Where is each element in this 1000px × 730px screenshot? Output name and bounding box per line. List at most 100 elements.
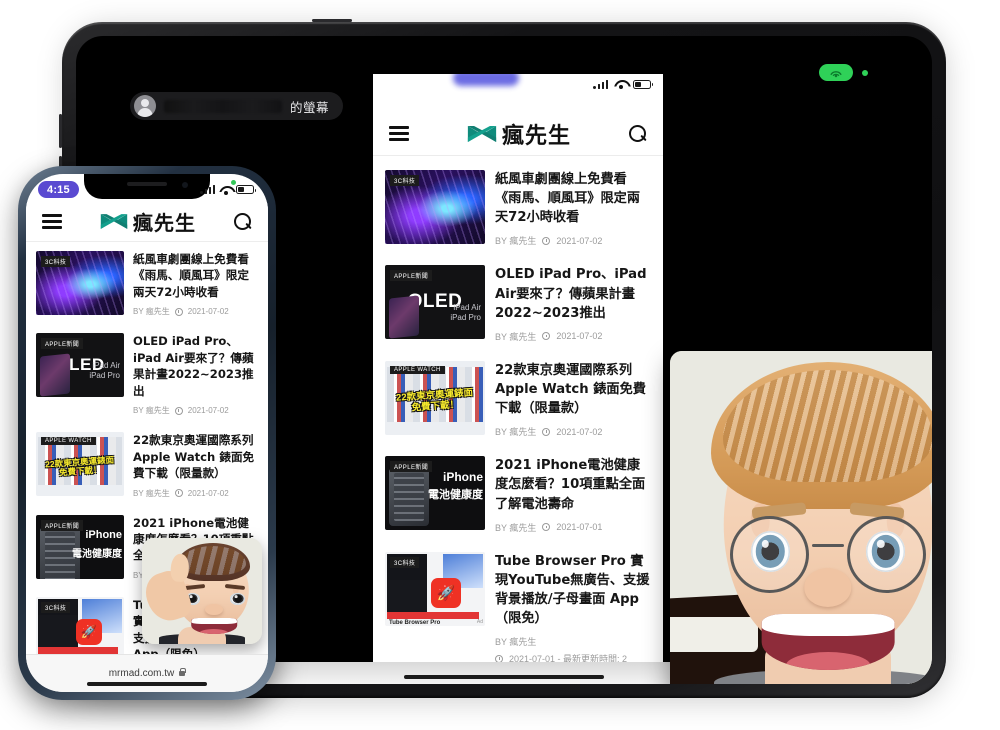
article-author: BY 瘋先生 <box>495 637 537 648</box>
iphone-home-indicator[interactable] <box>87 682 207 686</box>
clock-icon <box>174 406 183 415</box>
article-meta: BY 瘋先生 2021-07-02 <box>495 234 651 247</box>
thumbnail-red-banner <box>38 646 118 654</box>
article-title[interactable]: 2021 iPhone電池健康度怎麼看？10項重點全面了解電池壽命 <box>495 456 651 513</box>
ad-label: Ad <box>476 618 483 625</box>
thumbnail-yellow-line-2: 免費下載！ <box>411 398 460 414</box>
article-date: 2021-07-02 <box>187 488 229 498</box>
article-thumbnail[interactable]: 🚀 Tube Browser Pro Ad 3C科技 <box>36 596 124 654</box>
article-thumbnail[interactable]: 3C科技 <box>36 251 124 315</box>
thumbnail-headline: iPhone <box>442 470 483 485</box>
wifi-icon <box>219 185 232 195</box>
article-title[interactable]: 22款東京奧運國際系列Apple Watch 錶面免費下載（限量款） <box>133 432 258 481</box>
article-thumbnail[interactable]: 22款東京奧運錶面 免費下載！ APPLE WATCH <box>36 432 124 497</box>
search-icon[interactable] <box>234 212 252 231</box>
site-brand-name: 瘋先生 <box>133 211 196 235</box>
article-thumbnail[interactable]: OLED iPad Air iPad Pro APPLE新聞 <box>385 265 485 340</box>
article-title[interactable]: 紙風車劇團線上免費看《雨馬、順風耳》限定兩天72小時收看 <box>133 251 258 300</box>
clock-icon <box>542 427 551 436</box>
thumbnail-category-badge: 3C科技 <box>390 175 420 186</box>
thumbnail-category-badge: APPLE新聞 <box>41 519 84 531</box>
iphone-device-frame: 4:15 瘋先生 3C科技 紙風車劇團線上免費看《雨馬、順風耳》限定兩天72小時… <box>18 166 276 700</box>
search-icon[interactable] <box>628 124 647 143</box>
article-date: 2021-07-02 <box>556 235 603 246</box>
clock-icon <box>542 236 551 245</box>
thumbnail-category-badge: APPLE WATCH <box>41 437 96 446</box>
article-author: BY 瘋先生 <box>133 307 170 317</box>
ipad-volume-button[interactable] <box>59 114 62 148</box>
clock-icon <box>542 332 551 341</box>
article-list-item[interactable]: iPhone 電池健康度 APPLE新聞 2021 iPhone電池健康度怎麼看… <box>373 446 663 541</box>
article-thumbnail[interactable]: OLED iPad Air iPad Pro APPLE新聞 <box>36 333 124 398</box>
article-list-item[interactable]: 3C科技 紙風車劇團線上免費看《雨馬、順風耳》限定兩天72小時收看 BY 瘋先生… <box>373 160 663 255</box>
memoji-face-icon <box>142 538 262 644</box>
cellular-signal-icon <box>200 185 215 194</box>
article-list-item[interactable]: 22款東京奧運錶面 免費下載！ APPLE WATCH 22款東京奧運國際系列A… <box>373 351 663 446</box>
screenshot-stage: 的螢幕 瘋先生 3C科技 紙風車劇團線上免費看《雨馬、順風耳》限定兩天72小時收… <box>0 0 1000 730</box>
article-author: BY 瘋先生 <box>495 236 537 247</box>
person-avatar-icon <box>134 95 156 117</box>
article-date: 2021-07-02 <box>556 331 603 342</box>
blurred-tab-chip <box>453 74 519 86</box>
hamburger-menu-icon[interactable] <box>42 211 62 232</box>
article-meta: BY 瘋先生 2021-07-02 <box>133 306 258 317</box>
status-time-pill: 4:15 <box>38 181 79 198</box>
article-title[interactable]: Tube Browser Pro 實現YouTube無廣告、支援背景播放/子母畫… <box>495 552 651 629</box>
iphone-site-header: 瘋先生 <box>26 202 268 242</box>
thumbnail-category-badge: APPLE新聞 <box>390 461 433 473</box>
thumbnail-subtext: 電池健康度 <box>72 548 122 560</box>
url-text: mrmad.com.tw <box>108 668 175 679</box>
article-thumbnail[interactable]: 22款東京奧運錶面 免費下載！ APPLE WATCH <box>385 360 485 435</box>
article-date: 2021-07-01 <box>556 522 603 533</box>
article-date: 2021-07-02 <box>187 406 229 416</box>
site-brand[interactable]: 瘋先生 <box>467 118 571 150</box>
article-thumbnail[interactable]: 🚀 Tube Browser Pro Ad 3C科技 <box>385 551 485 626</box>
article-body: Tube Browser Pro 實現YouTube無廣告、支援背景播放/子母畫… <box>495 552 651 666</box>
article-title[interactable]: OLED iPad Pro、iPad Air要來了？傳蘋果計畫2022~2023… <box>133 333 258 399</box>
thumbnail-screenshot-bottom <box>38 614 78 647</box>
article-list-item[interactable]: OLED iPad Air iPad Pro APPLE新聞 OLED iPad… <box>373 255 663 350</box>
article-meta: BY 瘋先生 2021-07-02 <box>133 405 258 416</box>
article-thumbnail[interactable]: 3C科技 <box>385 170 485 244</box>
article-thumbnail[interactable]: iPhone 電池健康度 APPLE新聞 <box>36 514 124 579</box>
article-list-item[interactable]: 3C科技 紙風車劇團線上免費看《雨馬、順風耳》限定兩天72小時收看 BY 瘋先生… <box>26 242 268 324</box>
article-list-item[interactable]: OLED iPad Air iPad Pro APPLE新聞 OLED iPad… <box>26 324 268 423</box>
article-title[interactable]: 紙風車劇團線上免費看《雨馬、順風耳》限定兩天72小時收看 <box>495 170 651 227</box>
mrmad-logo-icon <box>467 125 497 142</box>
ipad-memoji-pip-window[interactable] <box>670 351 932 684</box>
shareplay-status-badge[interactable] <box>819 64 868 81</box>
thumbnail-subtext: 電池健康度 <box>428 489 483 502</box>
article-author: BY 瘋先生 <box>133 406 170 416</box>
ipad-home-indicator[interactable] <box>404 675 604 679</box>
article-list-item[interactable]: 22款東京奧運錶面 免費下載！ APPLE WATCH 22款東京奧運國際系列A… <box>26 423 268 505</box>
article-body: OLED iPad Pro、iPad Air要來了？傳蘋果計畫2022~2023… <box>133 333 258 416</box>
article-meta: BY 瘋先生 2021-07-01 <box>495 521 651 534</box>
thumbnail-category-badge: APPLE新聞 <box>41 338 84 350</box>
clock-icon <box>174 307 183 316</box>
rocket-icon: 🚀 <box>431 577 461 608</box>
ios-status-icons <box>593 79 654 89</box>
article-body: 2021 iPhone電池健康度怎麼看？10項重點全面了解電池壽命 BY 瘋先生… <box>495 456 651 533</box>
site-brand[interactable]: 瘋先生 <box>100 207 196 236</box>
ipad-power-button[interactable] <box>312 19 352 22</box>
thumbnail-headline: iPhone <box>85 528 122 541</box>
cellular-signal-icon <box>593 79 608 89</box>
hamburger-menu-icon[interactable] <box>389 123 409 144</box>
article-body: 紙風車劇團線上免費看《雨馬、順風耳》限定兩天72小時收看 BY 瘋先生 2021… <box>133 251 258 317</box>
screen-share-suffix-label: 的螢幕 <box>290 100 330 115</box>
shareplay-icon <box>819 64 853 81</box>
iphone-memoji-pip-window[interactable] <box>142 538 262 644</box>
thumbnail-internals-shape <box>389 468 429 527</box>
iphone-browser-url-bar[interactable]: mrmad.com.tw <box>26 654 268 692</box>
article-author: BY 瘋先生 <box>133 488 170 498</box>
article-title[interactable]: 22款東京奧運國際系列Apple Watch 錶面免費下載（限量款） <box>495 361 651 418</box>
article-body: OLED iPad Pro、iPad Air要來了？傳蘋果計畫2022~2023… <box>495 265 651 342</box>
thumbnail-device-shape <box>40 353 70 397</box>
article-title[interactable]: OLED iPad Pro、iPad Air要來了？傳蘋果計畫2022~2023… <box>495 265 651 322</box>
article-body: 22款東京奧運國際系列Apple Watch 錶面免費下載（限量款） BY 瘋先… <box>133 432 258 498</box>
article-author: BY 瘋先生 <box>495 522 537 533</box>
article-body: 紙風車劇團線上免費看《雨馬、順風耳》限定兩天72小時收看 BY 瘋先生 2021… <box>495 170 651 247</box>
article-thumbnail[interactable]: iPhone 電池健康度 APPLE新聞 <box>385 456 485 531</box>
recording-indicator-dot <box>231 180 236 185</box>
article-list-item[interactable]: 🚀 Tube Browser Pro Ad 3C科技 Tube Browser … <box>373 542 663 674</box>
